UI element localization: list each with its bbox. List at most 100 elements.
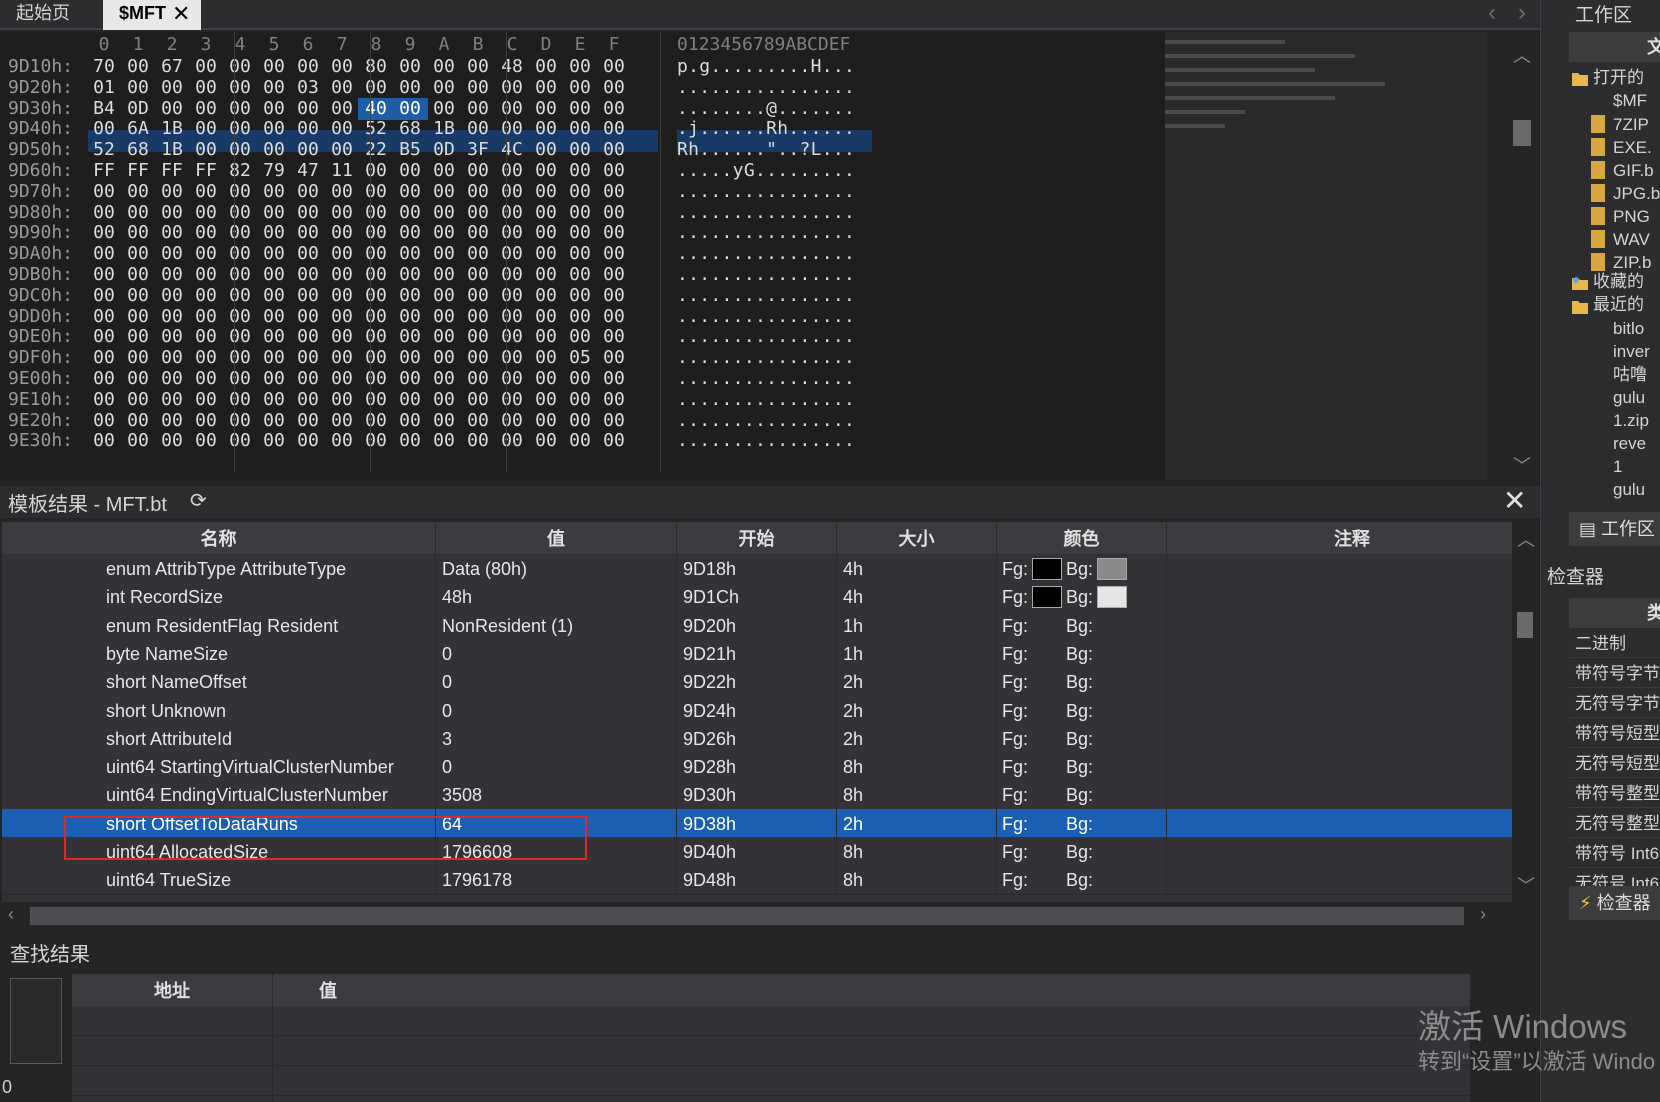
hex-byte[interactable]: 00 xyxy=(324,285,360,307)
bg-color-swatch[interactable] xyxy=(1097,558,1128,580)
hex-byte[interactable]: 0D xyxy=(426,139,462,161)
hex-byte[interactable]: 00 xyxy=(494,326,530,348)
hex-byte[interactable]: 22 xyxy=(358,139,394,161)
tab-mft[interactable]: $MFT ✕ xyxy=(103,0,201,30)
hex-byte[interactable]: 11 xyxy=(324,160,360,182)
hex-byte[interactable]: 00 xyxy=(222,98,258,120)
hex-byte[interactable]: 00 xyxy=(494,389,530,411)
hex-byte[interactable]: 00 xyxy=(460,202,496,224)
hex-byte[interactable]: 00 xyxy=(562,56,598,78)
hex-byte[interactable]: 00 xyxy=(426,306,462,328)
hex-byte[interactable]: 00 xyxy=(426,181,462,203)
hex-byte[interactable]: 00 xyxy=(154,430,190,452)
hex-byte[interactable]: 00 xyxy=(188,347,224,369)
hex-byte[interactable]: 00 xyxy=(596,139,632,161)
hex-byte[interactable]: 00 xyxy=(596,430,632,452)
inspector-type-item[interactable]: 无符号短型 xyxy=(1569,750,1660,778)
hex-byte[interactable]: 00 xyxy=(562,389,598,411)
hex-byte[interactable]: 00 xyxy=(222,285,258,307)
hex-byte[interactable]: 00 xyxy=(324,264,360,286)
hex-ascii[interactable]: ................ xyxy=(677,410,872,432)
hex-byte[interactable]: 1B xyxy=(154,139,190,161)
hex-byte[interactable]: 00 xyxy=(562,326,598,348)
hex-byte[interactable]: 00 xyxy=(324,243,360,265)
hex-byte[interactable]: 00 xyxy=(596,410,632,432)
scroll-up-icon[interactable]: ︿ xyxy=(1513,42,1531,68)
hex-editor[interactable]: 0 1 2 3 4 5 6 7 8 9 A B C D E F 0123456789ABCDEF 9D10h: 7… xyxy=(0,32,1170,480)
hex-row[interactable]: 9D80h: 00 00 00 00 00 00 00 00 00 00 00 00 00 00 00 00..… xyxy=(0,202,880,224)
hex-row[interactable]: 9DD0h: 00 00 00 00 00 00 00 00 00 00 00 00 00 00 00 00..… xyxy=(0,306,880,328)
hex-byte[interactable]: 00 xyxy=(426,264,462,286)
hex-byte[interactable]: 00 xyxy=(392,347,428,369)
hex-byte[interactable]: 00 xyxy=(256,56,292,78)
inspector-type-item[interactable]: 带符号字节 xyxy=(1569,660,1660,688)
hex-byte[interactable]: 00 xyxy=(358,368,394,390)
hex-byte[interactable]: 00 xyxy=(596,264,632,286)
bg-color-swatch[interactable] xyxy=(1097,671,1127,693)
hex-byte[interactable]: 00 xyxy=(188,410,224,432)
hex-byte[interactable]: 00 xyxy=(222,202,258,224)
hex-byte[interactable]: 00 xyxy=(494,243,530,265)
hex-byte[interactable]: 00 xyxy=(188,389,224,411)
template-row[interactable]: byte NameSize 0 9D21h 1h Fg: Bg: xyxy=(2,638,1538,669)
hex-byte[interactable]: 00 xyxy=(562,264,598,286)
template-file-item[interactable]: 7ZIP xyxy=(1613,114,1649,136)
hex-byte[interactable]: 00 xyxy=(120,202,156,224)
hex-byte[interactable]: 00 xyxy=(562,368,598,390)
hex-byte[interactable]: 00 xyxy=(290,139,326,161)
hex-row[interactable]: 9E00h: 00 00 00 00 00 00 00 00 00 00 00 00 00 00 00 00..… xyxy=(0,368,880,390)
hex-byte[interactable]: 68 xyxy=(392,118,428,140)
size-column-header[interactable]: 大小 xyxy=(837,522,997,554)
hex-byte[interactable]: 00 xyxy=(86,306,122,328)
hex-row[interactable]: 9D10h: 70 00 67 00 00 00 00 00 80 00 00 00 48 00 00 00 p.… xyxy=(0,56,880,78)
hex-byte[interactable]: 00 xyxy=(154,222,190,244)
hex-byte[interactable]: 00 xyxy=(86,368,122,390)
hex-byte[interactable]: 05 xyxy=(562,347,598,369)
inspector-type-item[interactable]: 带符号 Int6 xyxy=(1569,840,1660,868)
hex-byte[interactable]: 00 xyxy=(528,368,564,390)
hex-byte[interactable]: 1B xyxy=(154,118,190,140)
tab-start-page[interactable]: 起始页 xyxy=(0,0,102,30)
hex-byte[interactable]: B4 xyxy=(86,98,122,120)
hex-byte[interactable]: 00 xyxy=(324,98,360,120)
hex-byte[interactable]: 00 xyxy=(86,285,122,307)
hex-byte[interactable]: 00 xyxy=(358,181,394,203)
hex-byte[interactable]: 00 xyxy=(392,222,428,244)
recent-file-item[interactable]: 1 xyxy=(1613,456,1622,478)
close-icon[interactable]: ✕ xyxy=(172,1,190,27)
hex-byte[interactable]: 00 xyxy=(290,368,326,390)
hex-byte[interactable]: 82 xyxy=(222,160,258,182)
value-column-header[interactable]: 值 xyxy=(436,522,677,554)
hex-byte[interactable]: 00 xyxy=(460,306,496,328)
hex-byte[interactable]: 00 xyxy=(392,389,428,411)
hex-row[interactable]: 9DE0h: 00 00 00 00 00 00 00 00 00 00 00 00 00 00 00 00..… xyxy=(0,326,880,348)
hex-byte[interactable]: 00 xyxy=(494,368,530,390)
hex-ascii[interactable]: ................ xyxy=(677,347,872,369)
hex-byte[interactable]: 00 xyxy=(460,410,496,432)
hex-byte[interactable]: 00 xyxy=(154,98,190,120)
template-row[interactable]: enum AttribType AttributeType Data (80h) 9… xyxy=(2,554,1538,584)
hex-byte[interactable]: 00 xyxy=(222,181,258,203)
hex-byte[interactable]: 00 xyxy=(154,306,190,328)
hex-byte[interactable]: 00 xyxy=(392,181,428,203)
hex-row[interactable]: 9DF0h: 00 00 00 00 00 00 00 00 00 00 00 00 00 00 05 00..… xyxy=(0,347,880,369)
hex-byte[interactable]: 0D xyxy=(120,98,156,120)
bg-color-swatch[interactable] xyxy=(1097,615,1127,637)
hex-byte[interactable]: 00 xyxy=(494,264,530,286)
hex-byte[interactable]: 00 xyxy=(460,430,496,452)
hex-byte[interactable]: 00 xyxy=(494,160,530,182)
hex-byte[interactable]: 00 xyxy=(562,181,598,203)
hex-byte[interactable]: 00 xyxy=(154,77,190,99)
hex-byte[interactable]: 00 xyxy=(528,56,564,78)
recent-file-item[interactable]: 咕噜 xyxy=(1613,364,1647,386)
recent-file-item[interactable]: gulu xyxy=(1613,479,1645,501)
hex-byte[interactable]: 00 xyxy=(324,118,360,140)
bg-color-swatch[interactable] xyxy=(1097,841,1127,863)
hex-byte[interactable]: 00 xyxy=(494,98,530,120)
hex-byte[interactable]: 00 xyxy=(222,368,258,390)
hex-byte[interactable]: 00 xyxy=(392,264,428,286)
hex-byte[interactable]: 00 xyxy=(596,389,632,411)
find-col-address[interactable]: 地址 xyxy=(72,974,272,1006)
hex-byte[interactable]: 00 xyxy=(324,389,360,411)
hex-byte[interactable]: 00 xyxy=(188,98,224,120)
